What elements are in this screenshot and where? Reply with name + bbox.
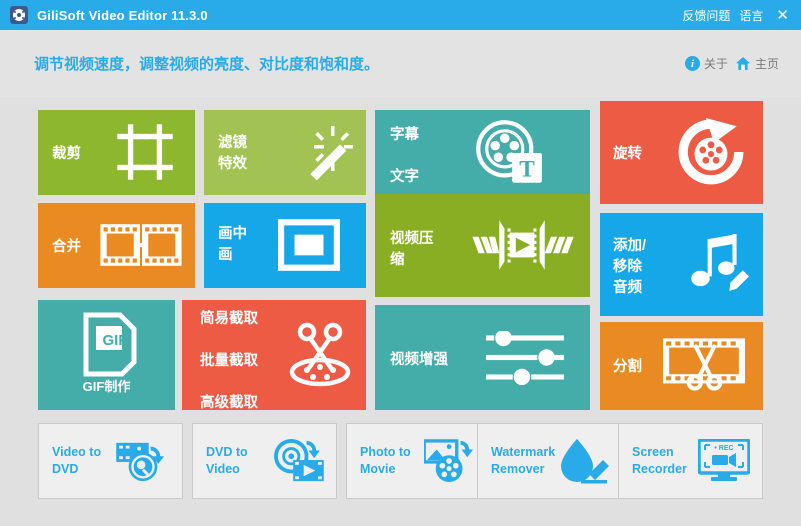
sub-header: 调节视频速度，调整视频的亮度、对比度和饱和度。 i 关于 主页 <box>0 30 801 97</box>
tile-label-split: 分割 <box>613 359 642 375</box>
film-reel-text-icon: T <box>474 119 544 185</box>
tile-add-remove-audio[interactable]: 添加/ 移除 音频 <box>600 213 763 316</box>
tile-label-subtitle-text: 字幕 文字 <box>390 127 419 186</box>
sub-header-links: i 关于 主页 <box>684 55 779 72</box>
bottom-tile-dvd-to-video[interactable]: DVD to Video <box>192 423 337 499</box>
pip-icon <box>278 219 340 271</box>
tile-label-rotate: 旋转 <box>613 146 642 162</box>
home-label: 主页 <box>754 57 779 71</box>
sliders-icon <box>486 331 564 385</box>
tile-filter-effects[interactable]: 滤镜 特效 <box>204 110 366 195</box>
svg-text:• REC: • REC <box>714 445 733 452</box>
app-window: GiliSoft Video Editor 11.3.0 反馈问题 语言 ✕ 调… <box>0 0 801 526</box>
magic-wand-icon <box>294 122 356 182</box>
scissors-reel-icon <box>284 322 356 388</box>
bottom-tile-label-watermark-remover: Watermark Remover <box>491 445 556 476</box>
tile-crop[interactable]: 裁剪 <box>38 110 195 195</box>
svg-text:T: T <box>519 156 535 182</box>
tile-label-filter-effects: 滤镜 特效 <box>218 135 247 173</box>
app-title: GiliSoft Video Editor 11.3.0 <box>37 7 208 23</box>
feedback-link[interactable]: 反馈问题 <box>682 7 730 24</box>
bottom-tile-label-dvd-to-video: DVD to Video <box>206 445 248 476</box>
tile-picture-in-picture[interactable]: 画中 画 <box>204 203 366 288</box>
video-to-dvd-icon <box>116 439 170 483</box>
svg-text:GIF: GIF <box>103 332 128 349</box>
split-scissors-icon <box>661 334 747 396</box>
about-label: 关于 <box>703 57 728 71</box>
tile-label-cut-options: 简易截取 批量截取 高级截取 <box>200 311 258 410</box>
tile-video-enhance[interactable]: 视频增强 <box>375 305 590 410</box>
tile-merge[interactable]: 合并 <box>38 203 195 288</box>
screen-recorder-icon: • REC <box>698 439 750 483</box>
tile-rotate[interactable]: 旋转 <box>600 101 763 204</box>
about-link[interactable]: i 关于 <box>684 55 728 72</box>
bottom-tile-label-screen-recorder: Screen Recorder <box>632 445 687 476</box>
bottom-tile-video-to-dvd[interactable]: Video to DVD <box>38 423 183 499</box>
title-bar-actions: 反馈问题 语言 ✕ <box>682 7 789 24</box>
compress-icon <box>470 214 574 276</box>
tile-label-crop: 裁剪 <box>52 146 81 162</box>
bottom-tile-screen-recorder[interactable]: Screen Recorder • REC <box>618 423 763 499</box>
photo-to-movie-icon <box>424 439 478 483</box>
dvd-to-video-icon <box>270 439 324 483</box>
home-link[interactable]: 主页 <box>735 55 779 72</box>
close-icon[interactable]: ✕ <box>776 8 789 23</box>
gif-file-icon: GIF <box>82 312 138 378</box>
bottom-tile-label-video-to-dvd: Video to DVD <box>52 445 102 476</box>
tile-split[interactable]: 分割 <box>600 322 763 410</box>
tile-video-compress[interactable]: 视频压 缩 <box>375 194 590 297</box>
page-description: 调节视频速度，调整视频的亮度、对比度和饱和度。 <box>34 56 380 73</box>
tile-label-video-compress: 视频压 缩 <box>390 231 434 269</box>
info-icon: i <box>684 56 700 71</box>
title-bar: GiliSoft Video Editor 11.3.0 反馈问题 语言 ✕ <box>0 0 801 30</box>
language-link[interactable]: 语言 <box>739 7 763 24</box>
home-icon <box>735 57 750 70</box>
bottom-tile-label-photo-to-movie: Photo to Movie <box>360 445 411 476</box>
tile-label-add-remove-audio: 添加/ 移除 音频 <box>613 238 647 297</box>
film-reel-logo-icon <box>10 6 28 24</box>
tile-gif-maker[interactable]: GIF制作 GIF <box>38 300 175 410</box>
tile-subtitle-text[interactable]: 字幕 文字 T <box>375 110 590 195</box>
bottom-tile-watermark-remover[interactable]: Watermark Remover <box>477 423 622 499</box>
tile-label-video-enhance: 视频增强 <box>390 352 448 368</box>
rotate-icon <box>675 116 747 188</box>
tile-label-picture-in-picture: 画中 画 <box>218 226 247 264</box>
tile-label-merge: 合并 <box>52 239 81 255</box>
crop-film-icon <box>113 120 177 184</box>
merge-film-icon <box>99 219 183 271</box>
music-edit-icon <box>685 233 751 295</box>
bottom-tile-photo-to-movie[interactable]: Photo to Movie <box>346 423 491 499</box>
watermark-remover-icon <box>559 438 609 484</box>
tile-label-gif-maker: GIF制作 <box>82 379 131 394</box>
tile-cut-options[interactable]: 简易截取 批量截取 高级截取 <box>182 300 366 410</box>
